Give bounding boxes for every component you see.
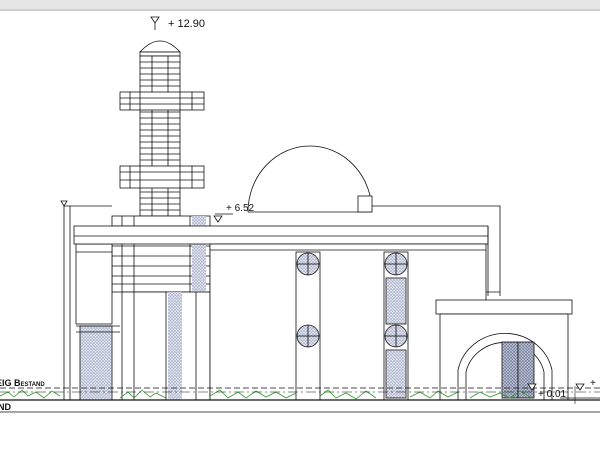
minaret	[111, 40, 211, 401]
elevation-label-top: + 12.90	[168, 18, 205, 30]
ground-label-lower: ND	[0, 402, 11, 412]
minaret-lower-balcony	[119, 165, 205, 189]
entrance-portal	[435, 299, 573, 401]
window-column-hatch	[385, 277, 407, 325]
elevation-label-right-edge: +	[590, 378, 596, 389]
elevation-label-ground: + 0.01	[538, 389, 567, 400]
minaret-lower-hatch	[168, 292, 182, 400]
left-wing-hatch	[79, 325, 113, 401]
drawing-sheet: + 12.90 + 6.52 + 0.01 + EIG Bestand ND	[0, 0, 600, 450]
ground-label-existing: EIG Bestand	[0, 378, 45, 388]
window-column-hatch	[385, 349, 407, 399]
minaret-upper-balcony	[119, 91, 205, 111]
mosque-elevation-drawing: + 12.90 + 6.52 + 0.01 + EIG Bestand ND	[0, 0, 600, 450]
roof-band	[73, 225, 489, 245]
elevation-label-mid: + 6.52	[226, 203, 255, 214]
minaret-shaft-lines	[140, 56, 180, 216]
